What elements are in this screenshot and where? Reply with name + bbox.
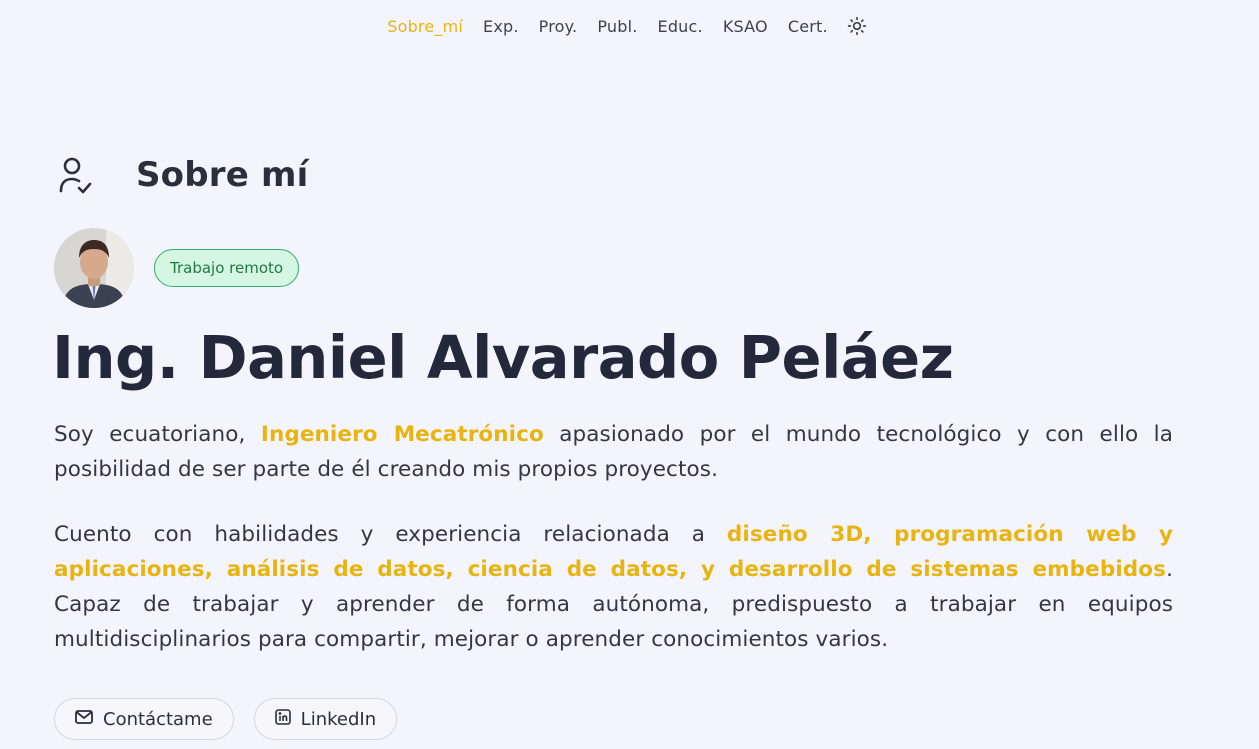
bio-paragraph-2: Cuento con habilidades y experiencia rel… [54,517,1173,657]
bio-paragraph-1: Soy ecuatoriano, Ingeniero Mecatrónico a… [54,417,1173,487]
mail-icon [75,709,93,730]
top-nav: Sobre_mí Exp. Proy. Publ. Educ. KSAO Cer… [0,0,1259,52]
status-badge: Trabajo remoto [154,249,300,287]
nav-item-certificaciones[interactable]: Cert. [788,17,828,36]
bio-highlight: Ingeniero Mecatrónico [260,422,544,447]
sun-icon[interactable] [846,15,868,37]
nav-item-educacion[interactable]: Educ. [658,17,703,36]
bio-text: Cuento con habilidades y experiencia rel… [54,522,727,547]
nav-item-publicaciones[interactable]: Publ. [597,17,637,36]
nav-item-proyectos[interactable]: Proy. [539,17,578,36]
section-title: Sobre mí [136,155,309,195]
contact-button[interactable]: Contáctame [54,698,234,740]
avatar [54,228,134,308]
nav-item-sobre-mi[interactable]: Sobre_mí [387,17,463,36]
nav-item-experiencia[interactable]: Exp. [483,17,519,36]
nav-item-ksao[interactable]: KSAO [723,17,768,36]
linkedin-label: LinkedIn [300,708,377,730]
linkedin-icon [274,708,291,730]
section-header: Sobre mí [54,152,309,198]
profile-name: Ing. Daniel Alvarado Peláez [52,323,954,392]
action-buttons: Contáctame LinkedIn [54,698,398,740]
linkedin-button[interactable]: LinkedIn [253,698,398,740]
profile-row: Trabajo remoto [54,228,300,308]
contact-label: Contáctame [103,708,213,730]
bio-text: Soy ecuatoriano, [54,422,261,447]
user-check-icon [54,152,94,198]
